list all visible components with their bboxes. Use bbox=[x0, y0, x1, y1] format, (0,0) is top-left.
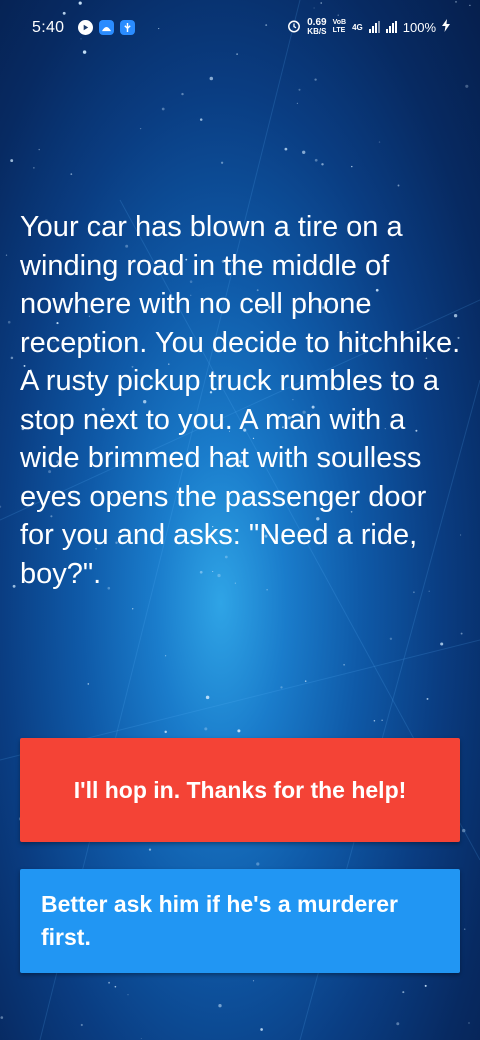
status-time: 5:40 bbox=[32, 19, 65, 36]
notification-icons bbox=[78, 20, 135, 35]
app-screen: 5:40 0.69 KB/S VoB LTE 4G 100% Your car … bbox=[0, 0, 480, 1040]
choice-button-hop-in[interactable]: I'll hop in. Thanks for the help! bbox=[20, 738, 460, 842]
story-text: Your car has blown a tire on a winding r… bbox=[20, 211, 461, 590]
signal-bars-2-icon bbox=[385, 21, 397, 33]
network-speed-unit: KB/S bbox=[307, 27, 327, 36]
choice-button-ask-murderer[interactable]: Better ask him if he's a murderer first. bbox=[20, 869, 460, 973]
volte-top: VoB bbox=[332, 19, 347, 26]
battery-percentage: 100% bbox=[402, 19, 436, 35]
volte-bottom: LTE bbox=[332, 27, 346, 34]
media-notification-icon bbox=[78, 20, 93, 35]
charging-icon bbox=[442, 19, 450, 35]
alarm-icon bbox=[287, 19, 301, 36]
network-type: 4G bbox=[352, 22, 363, 32]
volte-indicator: VoB LTE bbox=[333, 19, 346, 35]
android-notification-icon bbox=[99, 20, 114, 35]
status-bar: 5:40 0.69 KB/S VoB LTE 4G 100% bbox=[0, 0, 480, 58]
signal-bars-1-icon bbox=[368, 21, 380, 33]
network-speed: 0.69 KB/S bbox=[307, 18, 326, 36]
status-right-group: 0.69 KB/S VoB LTE 4G 100% bbox=[287, 18, 450, 36]
usb-notification-icon bbox=[120, 20, 135, 35]
